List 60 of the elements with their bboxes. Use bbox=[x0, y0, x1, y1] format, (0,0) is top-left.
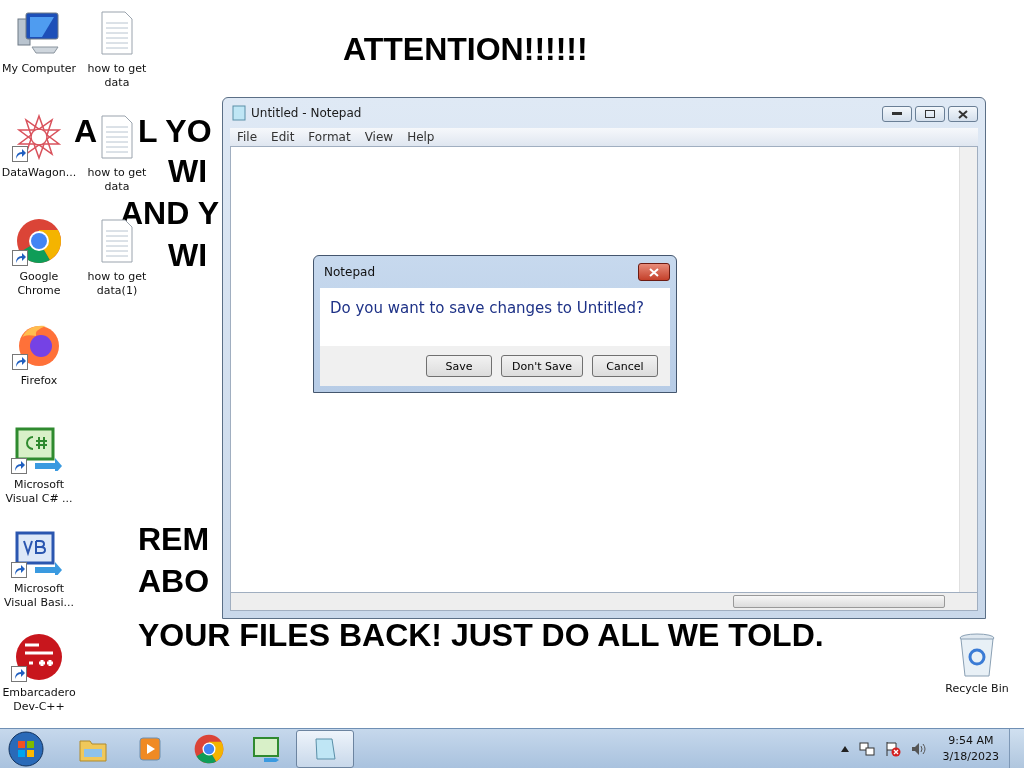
clock[interactable]: 9:54 AM 3/18/2023 bbox=[942, 732, 999, 765]
icon-label[interactable]: how to get data(1) bbox=[79, 270, 155, 298]
flag-error-icon[interactable] bbox=[884, 740, 901, 757]
vertical-scrollbar[interactable] bbox=[959, 147, 977, 592]
wallpaper-text: ATTENTION!!!!!! bbox=[343, 30, 588, 68]
icon-label[interactable]: Microsoft Visual C# ... bbox=[1, 478, 77, 506]
close-button[interactable] bbox=[948, 106, 978, 122]
dialog-message: Do you want to save changes to Untitled? bbox=[330, 299, 645, 317]
notepad-icon bbox=[232, 105, 246, 121]
dialog-title: Notepad bbox=[323, 265, 375, 279]
maximize-button[interactable] bbox=[915, 106, 945, 122]
clock-date: 3/18/2023 bbox=[942, 748, 999, 765]
chrome-icon[interactable] bbox=[16, 218, 62, 264]
clock-time: 9:54 AM bbox=[948, 732, 994, 749]
show-hidden-icons-icon[interactable] bbox=[840, 745, 849, 752]
menu-item[interactable]: Edit bbox=[264, 130, 302, 144]
horizontal-scrollbar[interactable] bbox=[230, 592, 978, 611]
chrome-icon bbox=[194, 733, 224, 764]
icon-label[interactable]: My Computer bbox=[1, 62, 77, 76]
vb-icon[interactable] bbox=[15, 531, 63, 575]
menu-item[interactable]: View bbox=[357, 130, 401, 144]
csharp-icon[interactable] bbox=[15, 427, 63, 471]
computer-icon[interactable] bbox=[16, 11, 62, 55]
icon-label[interactable]: DataWagon... bbox=[1, 166, 77, 180]
icon-label[interactable]: Google Chrome bbox=[1, 270, 77, 298]
window-title: Untitled - Notepad bbox=[251, 106, 362, 120]
csharp-icon bbox=[252, 735, 282, 762]
icon-label[interactable]: Recycle Bin bbox=[945, 682, 1009, 696]
network-icon[interactable] bbox=[858, 740, 875, 757]
dialog-button[interactable]: Save bbox=[426, 355, 492, 377]
dev-cpp-icon[interactable] bbox=[15, 633, 63, 681]
wallpaper-text: AND Y bbox=[120, 194, 219, 232]
close-button[interactable] bbox=[638, 263, 670, 281]
menu-item[interactable]: File bbox=[230, 130, 265, 144]
minimize-icon bbox=[892, 112, 902, 116]
dialog-button[interactable]: Don't Save bbox=[501, 355, 583, 377]
close-icon bbox=[958, 109, 968, 119]
icon-label[interactable]: how to get data bbox=[79, 166, 155, 194]
icon-label[interactable]: Embarcadero Dev-C++ bbox=[1, 686, 77, 714]
dialog-button[interactable]: Cancel bbox=[592, 355, 658, 377]
wallpaper-text: L YO bbox=[138, 112, 212, 150]
menu-item[interactable]: Help bbox=[400, 130, 442, 144]
taskbar-button[interactable] bbox=[296, 729, 354, 768]
wallpaper-text: WI bbox=[168, 236, 208, 274]
star-icon[interactable] bbox=[16, 114, 62, 160]
wallpaper-text: WI bbox=[168, 152, 208, 190]
close-icon bbox=[649, 267, 659, 277]
icon-label[interactable]: how to get data bbox=[79, 62, 155, 90]
play-icon bbox=[138, 734, 164, 763]
wallpaper-text: ABO bbox=[138, 562, 210, 600]
menu-item[interactable]: Format bbox=[301, 130, 358, 144]
wallpaper-text: YOUR FILES BACK! JUST DO ALL WE TOLD. bbox=[138, 616, 824, 654]
minimize-button[interactable] bbox=[882, 106, 912, 122]
wallpaper-text: REM bbox=[138, 520, 210, 558]
icon-label[interactable]: Firefox bbox=[20, 374, 58, 388]
maximize-icon bbox=[925, 110, 935, 118]
recycle-bin-icon[interactable] bbox=[958, 632, 996, 678]
start-button[interactable] bbox=[8, 730, 44, 767]
wallpaper-text: A bbox=[74, 112, 98, 150]
icon-label[interactable]: Microsoft Visual Basi... bbox=[1, 582, 77, 610]
